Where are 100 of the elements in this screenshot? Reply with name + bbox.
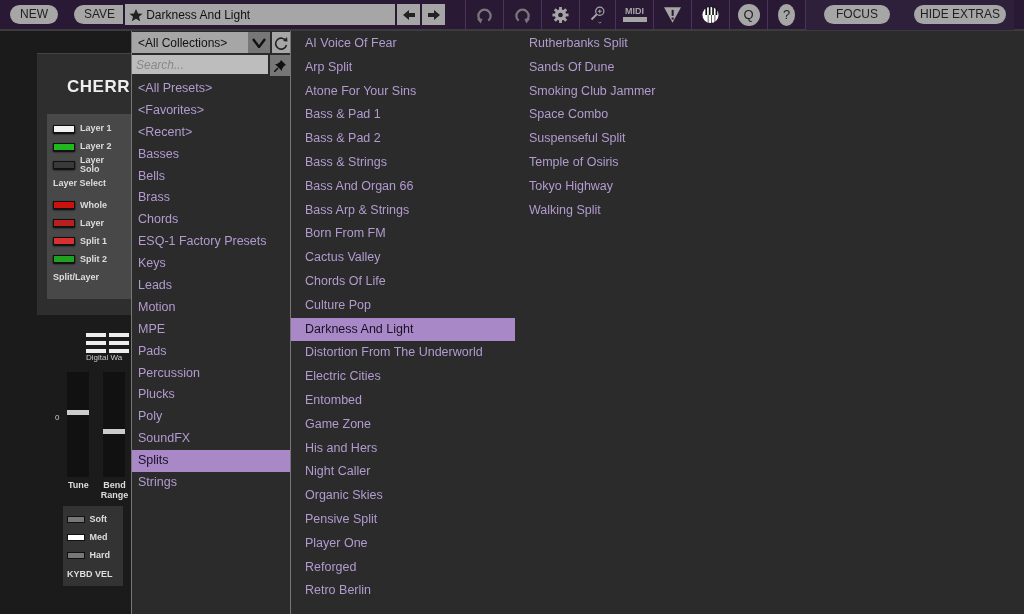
bar-icon: [622, 17, 647, 22]
chevron-down-icon: [252, 37, 266, 48]
logo-drawing: [86, 333, 129, 353]
focus-button[interactable]: FOCUS: [824, 5, 890, 24]
category-item[interactable]: Leads: [132, 275, 290, 297]
preset-item[interactable]: Entombed: [291, 388, 515, 413]
brand-caption: Digital Wa: [86, 353, 124, 362]
fader-track[interactable]: [67, 372, 90, 477]
category-item[interactable]: Basses: [132, 143, 290, 166]
preset-item[interactable]: Pensive Split: [291, 507, 515, 532]
preset-item[interactable]: AI Voice Of Fear: [291, 32, 515, 56]
preset-item[interactable]: Player One: [291, 531, 515, 556]
midi-label: MIDI: [625, 7, 644, 16]
warning-icon: [664, 5, 681, 24]
led-label: Split 2: [80, 254, 108, 264]
preset-item[interactable]: Culture Pop: [291, 293, 515, 318]
preset-item[interactable]: Tokyo Highway: [515, 174, 1024, 199]
preset-item[interactable]: Bass & Pad 1: [291, 103, 515, 128]
preset-item[interactable]: Bass & Pad 2: [291, 127, 515, 151]
category-item[interactable]: Keys: [132, 253, 290, 275]
dropdown-button[interactable]: [248, 32, 270, 53]
previous-preset-button[interactable]: [397, 4, 421, 25]
preset-item[interactable]: Bass Arp & Strings: [291, 198, 515, 223]
section-caption: KYBD VEL: [67, 568, 114, 581]
refresh-button[interactable]: [272, 32, 290, 53]
preset-item[interactable]: Reforged: [291, 555, 515, 580]
section-caption: Split/Layer: [53, 271, 100, 284]
fader-track[interactable]: [103, 372, 126, 477]
led-button[interactable]: [53, 124, 75, 133]
fader-label: Bend Range: [99, 480, 130, 500]
category-item[interactable]: Brass: [132, 187, 290, 210]
category-item[interactable]: Splits: [132, 450, 290, 473]
preset-item[interactable]: Bass & Strings: [291, 151, 515, 175]
midi-button[interactable]: MIDI: [615, 0, 653, 30]
category-item[interactable]: ESQ-1 Factory Presets: [132, 231, 290, 254]
preset-item[interactable]: Cactus Valley: [291, 246, 515, 270]
piano-keys-icon: [702, 4, 719, 25]
refresh-icon: [274, 35, 288, 50]
new-button[interactable]: NEW: [10, 5, 58, 24]
settings-icon: [552, 5, 569, 24]
category-item[interactable]: Bells: [132, 165, 290, 188]
preset-item[interactable]: Bass And Organ 66: [291, 174, 515, 199]
pin-icon: [274, 59, 286, 72]
category-item[interactable]: Motion: [132, 296, 290, 319]
category-item[interactable]: Pads: [132, 340, 290, 363]
left-arrow-icon: [402, 9, 415, 20]
preset-item[interactable]: Walking Split: [515, 198, 1024, 223]
collection-dropdown[interactable]: <All Collections>: [132, 32, 248, 53]
pin-button[interactable]: [270, 55, 290, 76]
save-button[interactable]: SAVE: [74, 5, 124, 24]
help-button[interactable]: ?: [778, 3, 795, 26]
preset-item[interactable]: His and Hers: [291, 436, 515, 461]
fader-thumb[interactable]: [67, 410, 90, 415]
led-label: Hard: [89, 550, 112, 560]
category-item[interactable]: <Favorites>: [132, 99, 290, 122]
category-item[interactable]: Strings: [132, 472, 290, 494]
q-button[interactable]: Q: [737, 3, 760, 26]
section-caption: Layer Select: [53, 176, 108, 190]
next-preset-button[interactable]: [422, 4, 446, 25]
preset-item[interactable]: Atone For Your Sins: [291, 79, 515, 104]
preset-item[interactable]: Sands Of Dune: [515, 55, 1024, 80]
category-item[interactable]: Plucks: [132, 384, 290, 407]
led-label: Layer Solo: [80, 155, 106, 174]
preset-item[interactable]: Electric Cities: [291, 365, 515, 389]
led-label: Split 1: [80, 236, 108, 246]
preset-item[interactable]: Retro Berlin: [291, 579, 515, 604]
preset-item[interactable]: Distortion From The Underworld: [291, 341, 515, 366]
category-item[interactable]: Chords: [132, 209, 290, 232]
fader-thumb[interactable]: [103, 429, 126, 434]
preset-item[interactable]: Born From FM: [291, 222, 515, 247]
star-icon: [129, 7, 144, 22]
preset-item[interactable]: Chords Of Life: [291, 269, 515, 294]
led-label: Soft: [89, 514, 109, 524]
preset-item[interactable]: Organic Skies: [291, 484, 515, 508]
preset-item[interactable]: Temple of Osiris: [515, 151, 1024, 175]
led-label: Layer: [80, 218, 106, 228]
preset-item[interactable]: Darkness And Light: [291, 317, 515, 342]
category-item[interactable]: <All Presets>: [132, 78, 290, 100]
led-label: Med: [89, 532, 109, 542]
preset-item[interactable]: Suspenseful Split: [515, 127, 1024, 151]
category-item[interactable]: <Recent>: [132, 121, 290, 144]
preset-item[interactable]: Rutherbanks Split: [515, 32, 1024, 56]
preset-item[interactable]: Arp Split: [291, 55, 515, 80]
category-item[interactable]: Percussion: [132, 362, 290, 385]
category-item[interactable]: SoundFX: [132, 428, 290, 451]
hide-extras-button[interactable]: HIDE EXTRAS: [914, 5, 1006, 24]
led-label: Layer 1: [80, 124, 113, 133]
velocity-led[interactable]: [67, 533, 85, 541]
preset-item[interactable]: Night Caller: [291, 460, 515, 485]
category-item[interactable]: MPE: [132, 318, 290, 341]
led-label: Whole: [80, 200, 108, 210]
preset-item[interactable]: Smoking Club Jammer: [515, 79, 1024, 104]
preset-item[interactable]: Space Combo: [515, 103, 1024, 128]
led-label: Layer 2: [80, 142, 113, 151]
led-button[interactable]: [53, 142, 75, 151]
right-arrow-icon: [427, 9, 440, 20]
preset-name-field[interactable]: Darkness And Light: [125, 4, 396, 25]
category-item[interactable]: Poly: [132, 406, 290, 429]
preset-item[interactable]: Game Zone: [291, 412, 515, 437]
tune-zero-label: 0: [55, 412, 60, 424]
